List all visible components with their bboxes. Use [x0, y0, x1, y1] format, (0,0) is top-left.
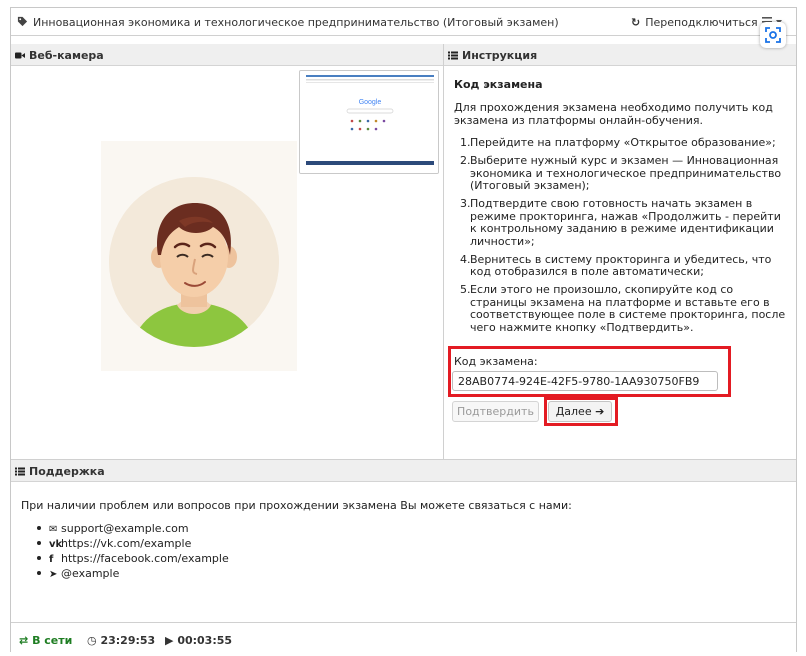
play-icon: ▶ [165, 634, 174, 647]
next-button-label: Далее [555, 405, 592, 418]
bullet [37, 541, 41, 545]
list-icon [15, 467, 25, 476]
clock-value: 23:29:53 [100, 634, 156, 647]
contact-value: support@example.com [61, 522, 189, 535]
telegram-icon: ➤ [49, 569, 58, 580]
camera-scan-button[interactable] [760, 22, 786, 48]
confirm-button[interactable]: Подтвердить [452, 401, 539, 422]
video-camera-icon [15, 52, 25, 59]
online-label: В сети [32, 634, 73, 647]
tag-icon [17, 16, 28, 27]
exchange-icon: ⇄ [19, 634, 29, 647]
webcam-panel-header: Веб-камера [11, 44, 443, 66]
contact-item[interactable]: ✉ support@example.com [37, 522, 229, 537]
exam-title-text: Инновационная экономика и технологическо… [33, 16, 559, 29]
clock-icon: ◷ [87, 634, 97, 647]
exam-code-label: Код экзамена: [454, 355, 538, 368]
instruction-step: 4. Вернитесь в систему прокторинга и убед… [460, 252, 772, 278]
vk-icon: vk [49, 539, 63, 550]
instructions-intro: Для прохождения экзамена необходимо полу… [454, 101, 773, 127]
contact-list: ✉ support@example.com vkhttps://vk.com/ex… [37, 522, 229, 582]
support-body: При наличии проблем или вопросов при про… [11, 482, 796, 622]
facebook-icon: f [49, 554, 54, 565]
reconnect-label: Переподключиться [645, 16, 758, 29]
bullet [37, 571, 41, 575]
support-panel-title: Поддержка [29, 465, 105, 478]
arrow-right-icon: ➔ [595, 405, 605, 418]
exam-code-input[interactable] [452, 371, 718, 391]
timer-value: 00:03:55 [177, 634, 233, 647]
proctoring-window: Инновационная экономика и технологическо… [10, 7, 797, 652]
instructions-panel-header: Инструкция [444, 44, 796, 66]
instruction-step: 5. Если этого не произошло, скопируйте ко… [460, 283, 786, 334]
contact-item[interactable]: f https://facebook.com/example [37, 552, 229, 567]
contact-value: https://facebook.com/example [61, 552, 229, 565]
instructions-panel-title: Инструкция [462, 49, 538, 62]
exam-timer: ▶ 00:03:55 [165, 634, 232, 647]
bullet [37, 556, 41, 560]
instruction-step: 2. Выберите нужный курс и экзамен — Иннов… [460, 154, 782, 192]
online-status: ⇄ В сети [19, 634, 72, 647]
top-bar: Инновационная экономика и технологическо… [11, 8, 796, 48]
exam-code-heading: Код экзамена [454, 78, 543, 91]
instructions-body: Код экзамена Для прохождения экзамена не… [444, 66, 796, 460]
next-button[interactable]: Далее ➔ [548, 401, 612, 422]
thumbnail-logo: Google [359, 99, 382, 106]
status-bar: ⇄ В сети ◷ 23:29:53 ▶ 00:03:55 [11, 622, 796, 652]
contact-item[interactable]: ➤ @example [37, 567, 229, 582]
contact-item[interactable]: vkhttps://vk.com/example [37, 537, 229, 552]
webcam-panel-title: Веб-камера [29, 49, 104, 62]
clock: ◷ 23:29:53 [87, 634, 155, 647]
refresh-icon: ↻ [631, 16, 641, 29]
list-icon [448, 51, 458, 60]
contact-value: https://vk.com/example [61, 537, 192, 550]
user-avatar [109, 177, 279, 347]
support-panel-header: Поддержка [11, 460, 796, 482]
envelope-icon: ✉ [49, 524, 58, 535]
webcam-view: Google [11, 66, 443, 460]
exam-title: Инновационная экономика и технологическо… [17, 16, 559, 29]
screen-share-thumbnail: Google [299, 70, 439, 174]
instruction-step: 3. Подтвердите свою готовность начать экз… [460, 197, 781, 248]
reconnect-button[interactable]: ↻ Переподключиться [631, 16, 758, 29]
camera-scan-icon [765, 27, 781, 43]
support-text: При наличии проблем или вопросов при про… [21, 499, 572, 512]
contact-value: @example [61, 567, 120, 580]
instruction-step: 1. Перейдите на платформу «Открытое образ… [460, 136, 776, 149]
bullet [37, 526, 41, 530]
instructions-steps: 1. Перейдите на платформу «Открытое образ… [454, 136, 789, 340]
